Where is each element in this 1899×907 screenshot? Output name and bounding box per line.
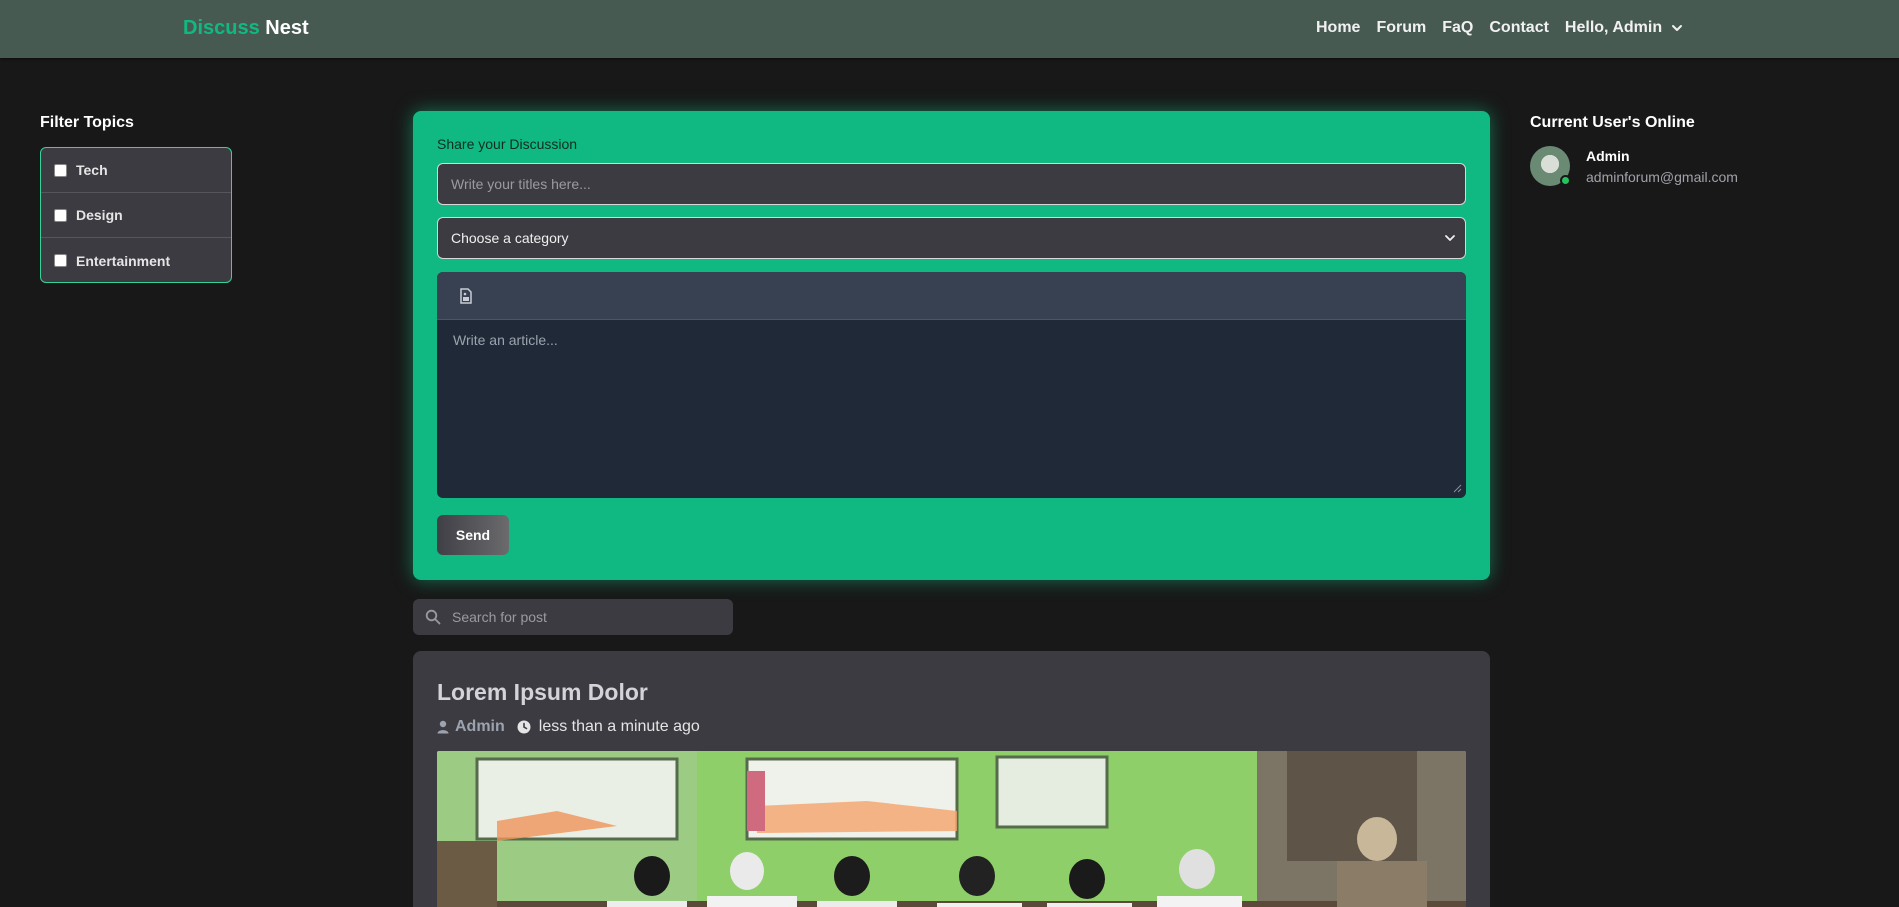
article-editor: Write an article... — [437, 272, 1466, 498]
online-user-email: adminforum@gmail.com — [1586, 169, 1738, 185]
brand-logo[interactable]: Discuss Nest — [183, 17, 309, 40]
filter-topics-title: Filter Topics — [40, 114, 134, 131]
search-input[interactable]: Search for post — [413, 599, 733, 635]
user-greeting: Hello, Admin — [1564, 19, 1663, 36]
classroom-photo — [437, 751, 1466, 907]
nav-contact[interactable]: Contact — [1489, 19, 1549, 37]
filter-item-design[interactable]: Design — [41, 193, 231, 238]
chevron-down-icon — [1672, 25, 1683, 31]
send-button[interactable]: Send — [437, 515, 509, 555]
article-textarea[interactable]: Write an article... — [437, 320, 1466, 497]
title-input[interactable]: Write your titles here... — [437, 163, 1466, 205]
post-image — [437, 751, 1466, 907]
online-users-title: Current User's Online — [1530, 114, 1695, 131]
brand-part-2: Nest — [265, 17, 309, 39]
online-user-info: Admin adminforum@gmail.com — [1586, 148, 1738, 185]
category-value: Choose a category — [451, 230, 569, 246]
nav-forum[interactable]: Forum — [1376, 19, 1426, 37]
nav-home[interactable]: Home — [1316, 19, 1360, 37]
post-meta: Admin less than a minute ago — [437, 718, 700, 736]
nav-links: Home Forum FaQ Contact Hello, Admin — [1316, 19, 1684, 37]
post-time: less than a minute ago — [538, 718, 700, 735]
filter-item-tech[interactable]: Tech — [41, 148, 231, 193]
nav-faq[interactable]: FaQ — [1442, 19, 1473, 37]
post-author[interactable]: Admin — [455, 718, 505, 736]
composer-label: Share your Discussion — [437, 136, 578, 152]
checkbox[interactable] — [54, 163, 67, 177]
filter-topics-list: Tech Design Entertainment — [40, 147, 232, 283]
chevron-down-icon — [1445, 235, 1455, 241]
image-upload-icon[interactable] — [459, 287, 473, 304]
navbar: Discuss Nest Home Forum FaQ Contact Hell… — [0, 0, 1899, 58]
brand-part-1: Discuss — [183, 17, 260, 39]
post-card[interactable]: Lorem Ipsum Dolor Admin less than a minu… — [413, 651, 1490, 907]
resize-grip-icon[interactable] — [1452, 483, 1462, 493]
editor-toolbar — [437, 272, 1466, 320]
category-select[interactable]: Choose a category — [437, 217, 1466, 259]
checkbox[interactable] — [54, 208, 67, 222]
search-placeholder: Search for post — [452, 609, 547, 625]
filter-item-label: Design — [76, 207, 123, 223]
online-user-item[interactable]: Admin adminforum@gmail.com — [1530, 146, 1738, 186]
filter-item-label: Entertainment — [76, 252, 171, 269]
avatar — [1530, 146, 1571, 186]
user-icon — [437, 720, 449, 734]
filter-item-entertainment[interactable]: Entertainment — [41, 238, 231, 282]
discussion-composer: Share your Discussion Write your titles … — [413, 111, 1490, 580]
user-menu[interactable]: Hello, Admin — [1565, 19, 1684, 37]
title-placeholder: Write your titles here... — [451, 176, 591, 192]
checkbox[interactable] — [54, 254, 67, 267]
article-placeholder: Write an article... — [453, 332, 558, 348]
search-icon — [425, 609, 441, 625]
online-status-dot — [1560, 175, 1571, 186]
clock-icon — [517, 720, 531, 734]
online-user-name: Admin — [1586, 148, 1630, 164]
post-title[interactable]: Lorem Ipsum Dolor — [437, 679, 648, 706]
filter-item-label: Tech — [76, 162, 108, 178]
